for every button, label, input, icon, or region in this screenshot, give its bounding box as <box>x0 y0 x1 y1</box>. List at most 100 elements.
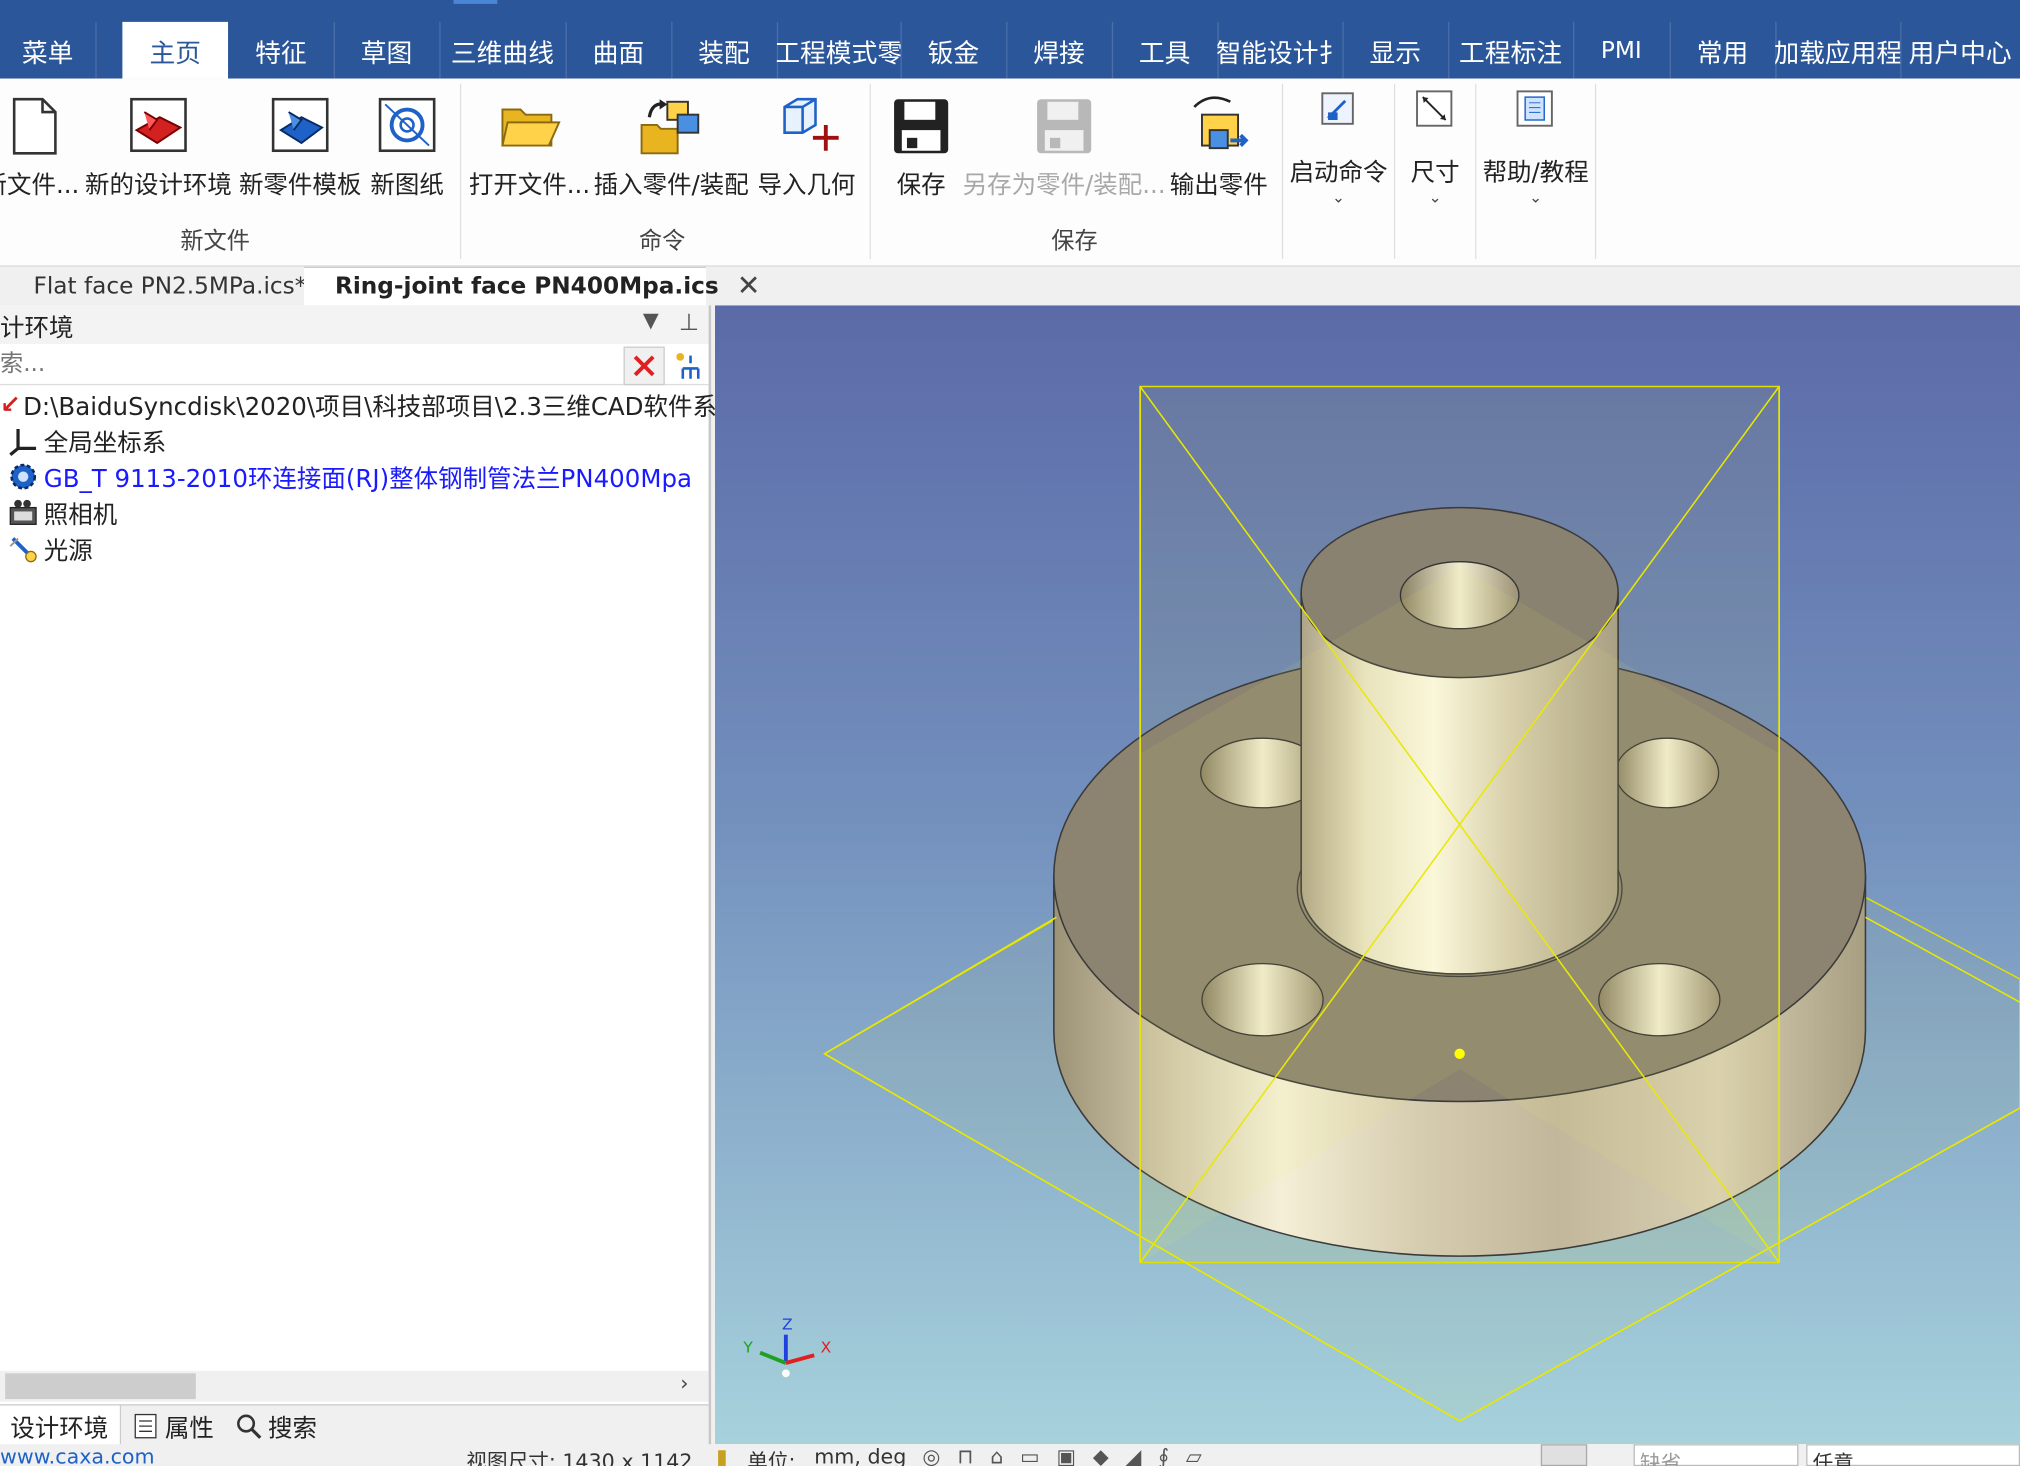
import-geometry-button[interactable]: 导入几何 <box>755 79 858 221</box>
tree-search-input[interactable] <box>0 347 619 379</box>
doc-tab-ring-joint-label: Ring-joint face PN400Mpa.ics <box>334 273 719 301</box>
insert-part-button[interactable]: 插入零件/装配 <box>593 79 750 221</box>
tab-search[interactable]: 搜索 <box>234 1406 317 1447</box>
tab-menu[interactable]: 菜单 <box>0 21 97 79</box>
tree-filter-icon[interactable] <box>672 350 703 381</box>
ribbon-panel: 新文件... 新的设计环境 新零件模板 <box>0 78 2020 267</box>
tree-item-light[interactable]: 光源 <box>8 531 93 567</box>
export-part-label: 输出零件 <box>1169 171 1268 200</box>
dimension-button[interactable]: 尺寸 ⌄ <box>1399 79 1471 221</box>
tab-design-env-label: 设计环境 <box>10 1413 109 1443</box>
new-part-template-label: 新零件模板 <box>238 171 362 200</box>
3d-viewport[interactable]: Z X Y <box>715 305 2020 1445</box>
light-source-icon <box>9 537 37 563</box>
status-units-value[interactable]: mm, deg <box>814 1444 906 1466</box>
dropdown-arrow-icon[interactable]: ▼ <box>643 308 659 332</box>
tab-smart-design[interactable]: 智能设计扌 <box>1217 21 1344 79</box>
tree-root-path-label: D:\BaiduSyncdisk\2020\项目\科技部项目\2.3三维CAD软… <box>23 392 750 421</box>
units-icon: ▮ <box>716 1444 728 1466</box>
tab-user-center[interactable]: 用户中心 <box>1900 22 2020 79</box>
status-default-field[interactable]: 缺省 <box>1633 1444 1799 1466</box>
ribbon-separator <box>1475 83 1477 259</box>
doc-tab-flat-face[interactable]: Flat face PN2.5MPa.ics* <box>0 267 306 306</box>
open-file-label: 打开文件... <box>468 171 591 200</box>
coordinate-system-icon <box>9 429 37 457</box>
select-cursor-icon[interactable] <box>1540 1444 1588 1466</box>
export-part-button[interactable]: 输出零件 <box>1165 79 1273 221</box>
clear-search-button[interactable] <box>623 346 665 386</box>
import-geometry-icon <box>783 97 839 151</box>
group-command-label: 命令 <box>638 228 686 256</box>
tab-pmi[interactable]: PMI <box>1573 21 1671 79</box>
open-file-button[interactable]: 打开文件... <box>468 79 591 221</box>
clear-x-icon <box>633 355 655 377</box>
help-tutorial-label: 帮助/教程 <box>1482 158 1589 187</box>
status-units-label: 单位: <box>747 1449 796 1466</box>
help-tutorial-button[interactable]: 帮助/教程 ⌄ <box>1482 79 1590 221</box>
tab-addins[interactable]: 加载应用程 <box>1775 21 1902 79</box>
tree-item-global-cs-label: 全局坐标系 <box>43 428 167 457</box>
new-drawing-button[interactable]: 新图纸 <box>366 79 448 221</box>
new-design-env-button[interactable]: 新的设计环境 <box>82 79 234 221</box>
tab-surface[interactable]: 曲面 <box>566 21 673 79</box>
new-drawing-icon <box>378 97 436 153</box>
help-book-icon <box>1516 90 1553 127</box>
floppy-disk-disabled-icon <box>1037 99 1092 154</box>
tab-tools[interactable]: 工具 <box>1112 21 1219 79</box>
tab-engineering-mode[interactable]: 工程模式零 <box>777 21 902 79</box>
start-command-button[interactable]: 启动命令 ⌄ <box>1288 79 1388 221</box>
triad-z-label: Z <box>782 1316 793 1334</box>
tab-assembly[interactable]: 装配 <box>671 21 779 79</box>
new-part-template-button[interactable]: 新零件模板 <box>237 79 363 221</box>
tab-annotation[interactable]: 工程标注 <box>1448 21 1575 79</box>
tab-3d-curve[interactable]: 三维曲线 <box>439 21 567 79</box>
tree-item-camera[interactable]: 照相机 <box>8 495 118 531</box>
chevron-down-icon: ⌄ <box>1529 188 1543 207</box>
close-icon[interactable]: ✕ <box>737 271 761 303</box>
new-file-button[interactable]: 新文件... <box>0 79 80 221</box>
triad-x-label: X <box>821 1339 832 1357</box>
tree-root-path[interactable]: ↙ D:\BaiduSyncdisk\2020\项目\科技部项目\2.3三维CA… <box>0 386 750 422</box>
scroll-right-icon[interactable]: › <box>680 1371 688 1395</box>
start-command-icon <box>1321 92 1354 125</box>
gear-icon <box>10 463 37 490</box>
ribbon-separator <box>869 83 871 259</box>
new-file-icon <box>12 97 57 155</box>
tab-properties-label: 属性 <box>164 1413 214 1443</box>
tree-item-part[interactable]: GB_T 9113-2010环连接面(RJ)整体钢制管法兰PN400Mpa <box>8 459 692 495</box>
insert-part-label: 插入零件/装配 <box>593 171 749 200</box>
status-view-size: 视图尺寸: 1430 x 1142 <box>466 1449 693 1466</box>
tab-welding[interactable]: 焊接 <box>1006 21 1114 79</box>
tab-common[interactable]: 常用 <box>1670 21 1777 79</box>
chevron-down-icon: ⌄ <box>1428 188 1442 207</box>
new-part-template-icon <box>271 97 329 153</box>
tree-item-global-cs[interactable]: 全局坐标系 <box>8 423 166 459</box>
ribbon-separator <box>459 83 462 259</box>
tab-sheet-metal[interactable]: 钣金 <box>901 21 1008 79</box>
save-button[interactable]: 保存 <box>889 79 953 221</box>
panel-title: 计环境 <box>0 314 74 343</box>
chevron-down-icon: ⌄ <box>1332 188 1346 207</box>
tab-properties[interactable]: 属性 <box>134 1406 214 1447</box>
tab-design-env[interactable]: 设计环境 <box>0 1405 122 1447</box>
scrollbar-thumb[interactable] <box>5 1373 196 1400</box>
dimension-label: 尺寸 <box>1410 158 1460 187</box>
camera-icon <box>9 499 37 525</box>
tab-home[interactable]: 主页 <box>122 21 229 79</box>
tab-sketch[interactable]: 草图 <box>334 21 441 79</box>
doc-tab-ring-joint[interactable]: Ring-joint face PN400Mpa.ics ✕ <box>304 266 761 306</box>
ribbon-tab-bar: 菜单 主页 特征 草图 三维曲线 曲面 装配 工程模式零 钣金 焊接 工具 智能… <box>0 0 2020 79</box>
new-file-label: 新文件... <box>0 171 80 200</box>
horizontal-scrollbar[interactable]: › <box>0 1370 709 1402</box>
group-save-label: 保存 <box>1051 228 1098 256</box>
tree-item-light-label: 光源 <box>43 536 93 565</box>
tab-features[interactable]: 特征 <box>228 21 335 79</box>
status-website[interactable]: www.caxa.com <box>0 1444 155 1466</box>
title-accent <box>453 0 498 4</box>
status-toolbar-icons[interactable]: ◎ ⊓ ⌂ ▭ ▣ ◆ ◢ ∮ ▱ <box>922 1444 1206 1466</box>
status-any-field[interactable]: 任意 <box>1806 1444 2020 1466</box>
tab-display[interactable]: 显示 <box>1342 21 1450 79</box>
pin-icon[interactable]: ⊥ <box>679 309 699 336</box>
save-as-part-button[interactable]: 另存为零件/装配... <box>963 79 1166 221</box>
dimension-icon <box>1416 90 1453 127</box>
